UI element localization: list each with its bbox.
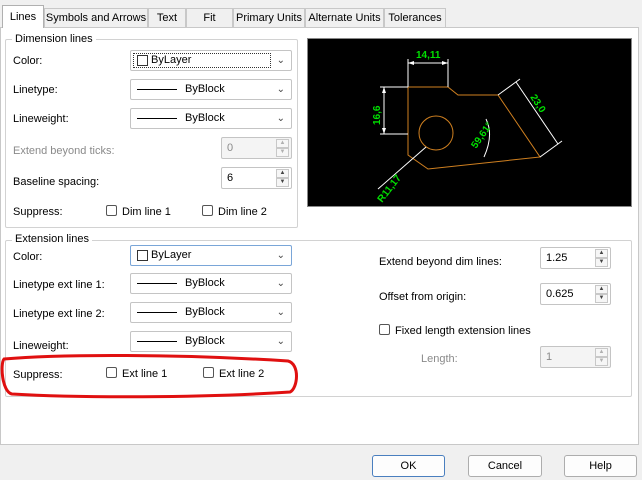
focus-rect: [133, 53, 271, 68]
line-sample: [137, 89, 177, 90]
chevron-down-icon: ⌄: [276, 336, 285, 347]
dim-text-left: 16,6: [372, 105, 383, 125]
ext-linetype1-combo[interactable]: ByBlock ⌄: [130, 273, 292, 294]
dim-line2-checkbox[interactable]: [202, 205, 213, 216]
ext-line: [539, 140, 563, 158]
dim-linetype-value: ByBlock: [185, 83, 225, 95]
extend-beyond-value: 1.25: [546, 252, 568, 264]
dim-lineweight-combo[interactable]: ByBlock ⌄: [130, 108, 292, 129]
dim-line1-label: Dim line 1: [122, 206, 171, 218]
dim-lineweight-value: ByBlock: [185, 112, 225, 124]
chevron-down-icon: ⌄: [276, 307, 285, 318]
arrowhead: [382, 128, 386, 134]
tab-strip: Lines Symbols and Arrows Text Fit Primar…: [0, 0, 642, 28]
cancel-button[interactable]: Cancel: [468, 455, 542, 477]
dim-suppress-label: Suppress:: [13, 206, 63, 218]
tab-lines[interactable]: Lines: [2, 5, 44, 28]
chevron-down-icon: ⌄: [276, 250, 285, 261]
dim-line1-checkbox[interactable]: [106, 205, 117, 216]
ext-line1-checkbox[interactable]: [106, 367, 117, 378]
preview-pane: 14,11 16,6 23,0 59,61° R11,17: [307, 38, 632, 207]
help-button[interactable]: Help: [564, 455, 637, 477]
extension-lines-title: Extension lines: [12, 233, 92, 245]
preview-drawing: 14,11 16,6 23,0 59,61° R11,17: [372, 50, 563, 205]
length-label: Length:: [421, 353, 458, 365]
baseline-spacing-label: Baseline spacing:: [13, 176, 100, 188]
spin-down-icon[interactable]: ▼: [276, 178, 289, 187]
part-hole: [418, 115, 454, 151]
ext-color-combo[interactable]: ByLayer ⌄: [130, 245, 292, 266]
tab-alternate-units[interactable]: Alternate Units: [305, 8, 384, 27]
length-spinner[interactable]: 1 ▲ ▼: [540, 346, 611, 368]
ext-lineweight-combo[interactable]: ByBlock ⌄: [130, 331, 292, 352]
fixed-length-checkbox[interactable]: [379, 324, 390, 335]
ext-linetype1-value: ByBlock: [185, 277, 225, 289]
ext-lineweight-label: Lineweight:: [13, 340, 69, 352]
ext-color-label: Color:: [13, 251, 43, 263]
ok-button[interactable]: OK: [372, 455, 445, 477]
part-outline: [407, 86, 541, 170]
color-swatch: [137, 250, 148, 261]
ext-linetype1-label: Linetype ext line 1:: [13, 279, 105, 291]
line-sample: [137, 341, 177, 342]
spin-up-icon[interactable]: ▲: [276, 169, 289, 178]
dim-text-radius: R11,17: [376, 173, 404, 205]
spin-up-icon[interactable]: ▲: [595, 285, 608, 294]
chevron-down-icon: ⌄: [276, 278, 285, 289]
extend-beyond-label: Extend beyond dim lines:: [379, 256, 502, 268]
spin-up-icon[interactable]: ▲: [595, 249, 608, 258]
spin-down-icon[interactable]: ▼: [595, 357, 608, 366]
offset-origin-value: 0.625: [546, 288, 574, 300]
ext-line: [497, 78, 521, 96]
dim-text-top: 14,11: [416, 50, 441, 61]
offset-origin-label: Offset from origin:: [379, 291, 467, 303]
spin-down-icon[interactable]: ▼: [276, 148, 289, 157]
dim-extend-spinner[interactable]: 0 ▲ ▼: [221, 137, 292, 159]
baseline-spacing-spinner[interactable]: 6 ▲ ▼: [221, 167, 292, 189]
ext-line2-label: Ext line 2: [219, 368, 265, 380]
ext-line2-checkbox[interactable]: [203, 367, 214, 378]
extend-beyond-spinner[interactable]: 1.25 ▲ ▼: [540, 247, 611, 269]
ext-lineweight-value: ByBlock: [185, 335, 225, 347]
dim-extend-label: Extend beyond ticks:: [13, 145, 115, 157]
tab-text[interactable]: Text: [148, 8, 186, 27]
dimension-lines-title: Dimension lines: [12, 33, 96, 45]
leader-line: [377, 146, 427, 190]
arrowhead: [382, 87, 386, 93]
tab-fit[interactable]: Fit: [186, 8, 233, 27]
ext-suppress-label: Suppress:: [13, 369, 63, 381]
spin-up-icon[interactable]: ▲: [595, 348, 608, 357]
chevron-down-icon: ⌄: [276, 84, 285, 95]
dim-extend-value: 0: [227, 142, 234, 154]
offset-origin-spinner[interactable]: 0.625 ▲ ▼: [540, 283, 611, 305]
tab-symbols-and-arrows[interactable]: Symbols and Arrows: [44, 8, 148, 27]
spin-down-icon[interactable]: ▼: [595, 294, 608, 303]
dim-color-label: Color:: [13, 55, 43, 67]
dim-linetype-combo[interactable]: ByBlock ⌄: [130, 79, 292, 100]
line-sample: [137, 283, 177, 284]
dim-color-combo[interactable]: ByLayer ⌄: [130, 50, 292, 71]
dim-lineweight-label: Lineweight:: [13, 113, 69, 125]
spin-down-icon[interactable]: ▼: [595, 258, 608, 267]
dim-linetype-label: Linetype:: [13, 84, 58, 96]
ext-linetype2-value: ByBlock: [185, 306, 225, 318]
line-sample: [137, 118, 177, 119]
fixed-length-label: Fixed length extension lines: [395, 325, 531, 337]
length-value: 1: [546, 351, 553, 363]
ext-color-value: ByLayer: [151, 249, 192, 261]
arrowhead: [442, 61, 448, 65]
ext-line1-label: Ext line 1: [122, 368, 168, 380]
dim-line2-label: Dim line 2: [218, 206, 267, 218]
chevron-down-icon: ⌄: [276, 113, 285, 124]
spin-up-icon[interactable]: ▲: [276, 139, 289, 148]
ext-linetype2-combo[interactable]: ByBlock ⌄: [130, 302, 292, 323]
arrowhead: [408, 61, 414, 65]
tab-primary-units[interactable]: Primary Units: [233, 8, 305, 27]
ext-linetype2-label: Linetype ext line 2:: [13, 308, 105, 320]
dim-text-angle: 59,61°: [469, 121, 495, 151]
tab-tolerances[interactable]: Tolerances: [384, 8, 446, 27]
baseline-spacing-value: 6: [227, 172, 234, 184]
line-sample: [137, 312, 177, 313]
chevron-down-icon: ⌄: [276, 55, 285, 66]
